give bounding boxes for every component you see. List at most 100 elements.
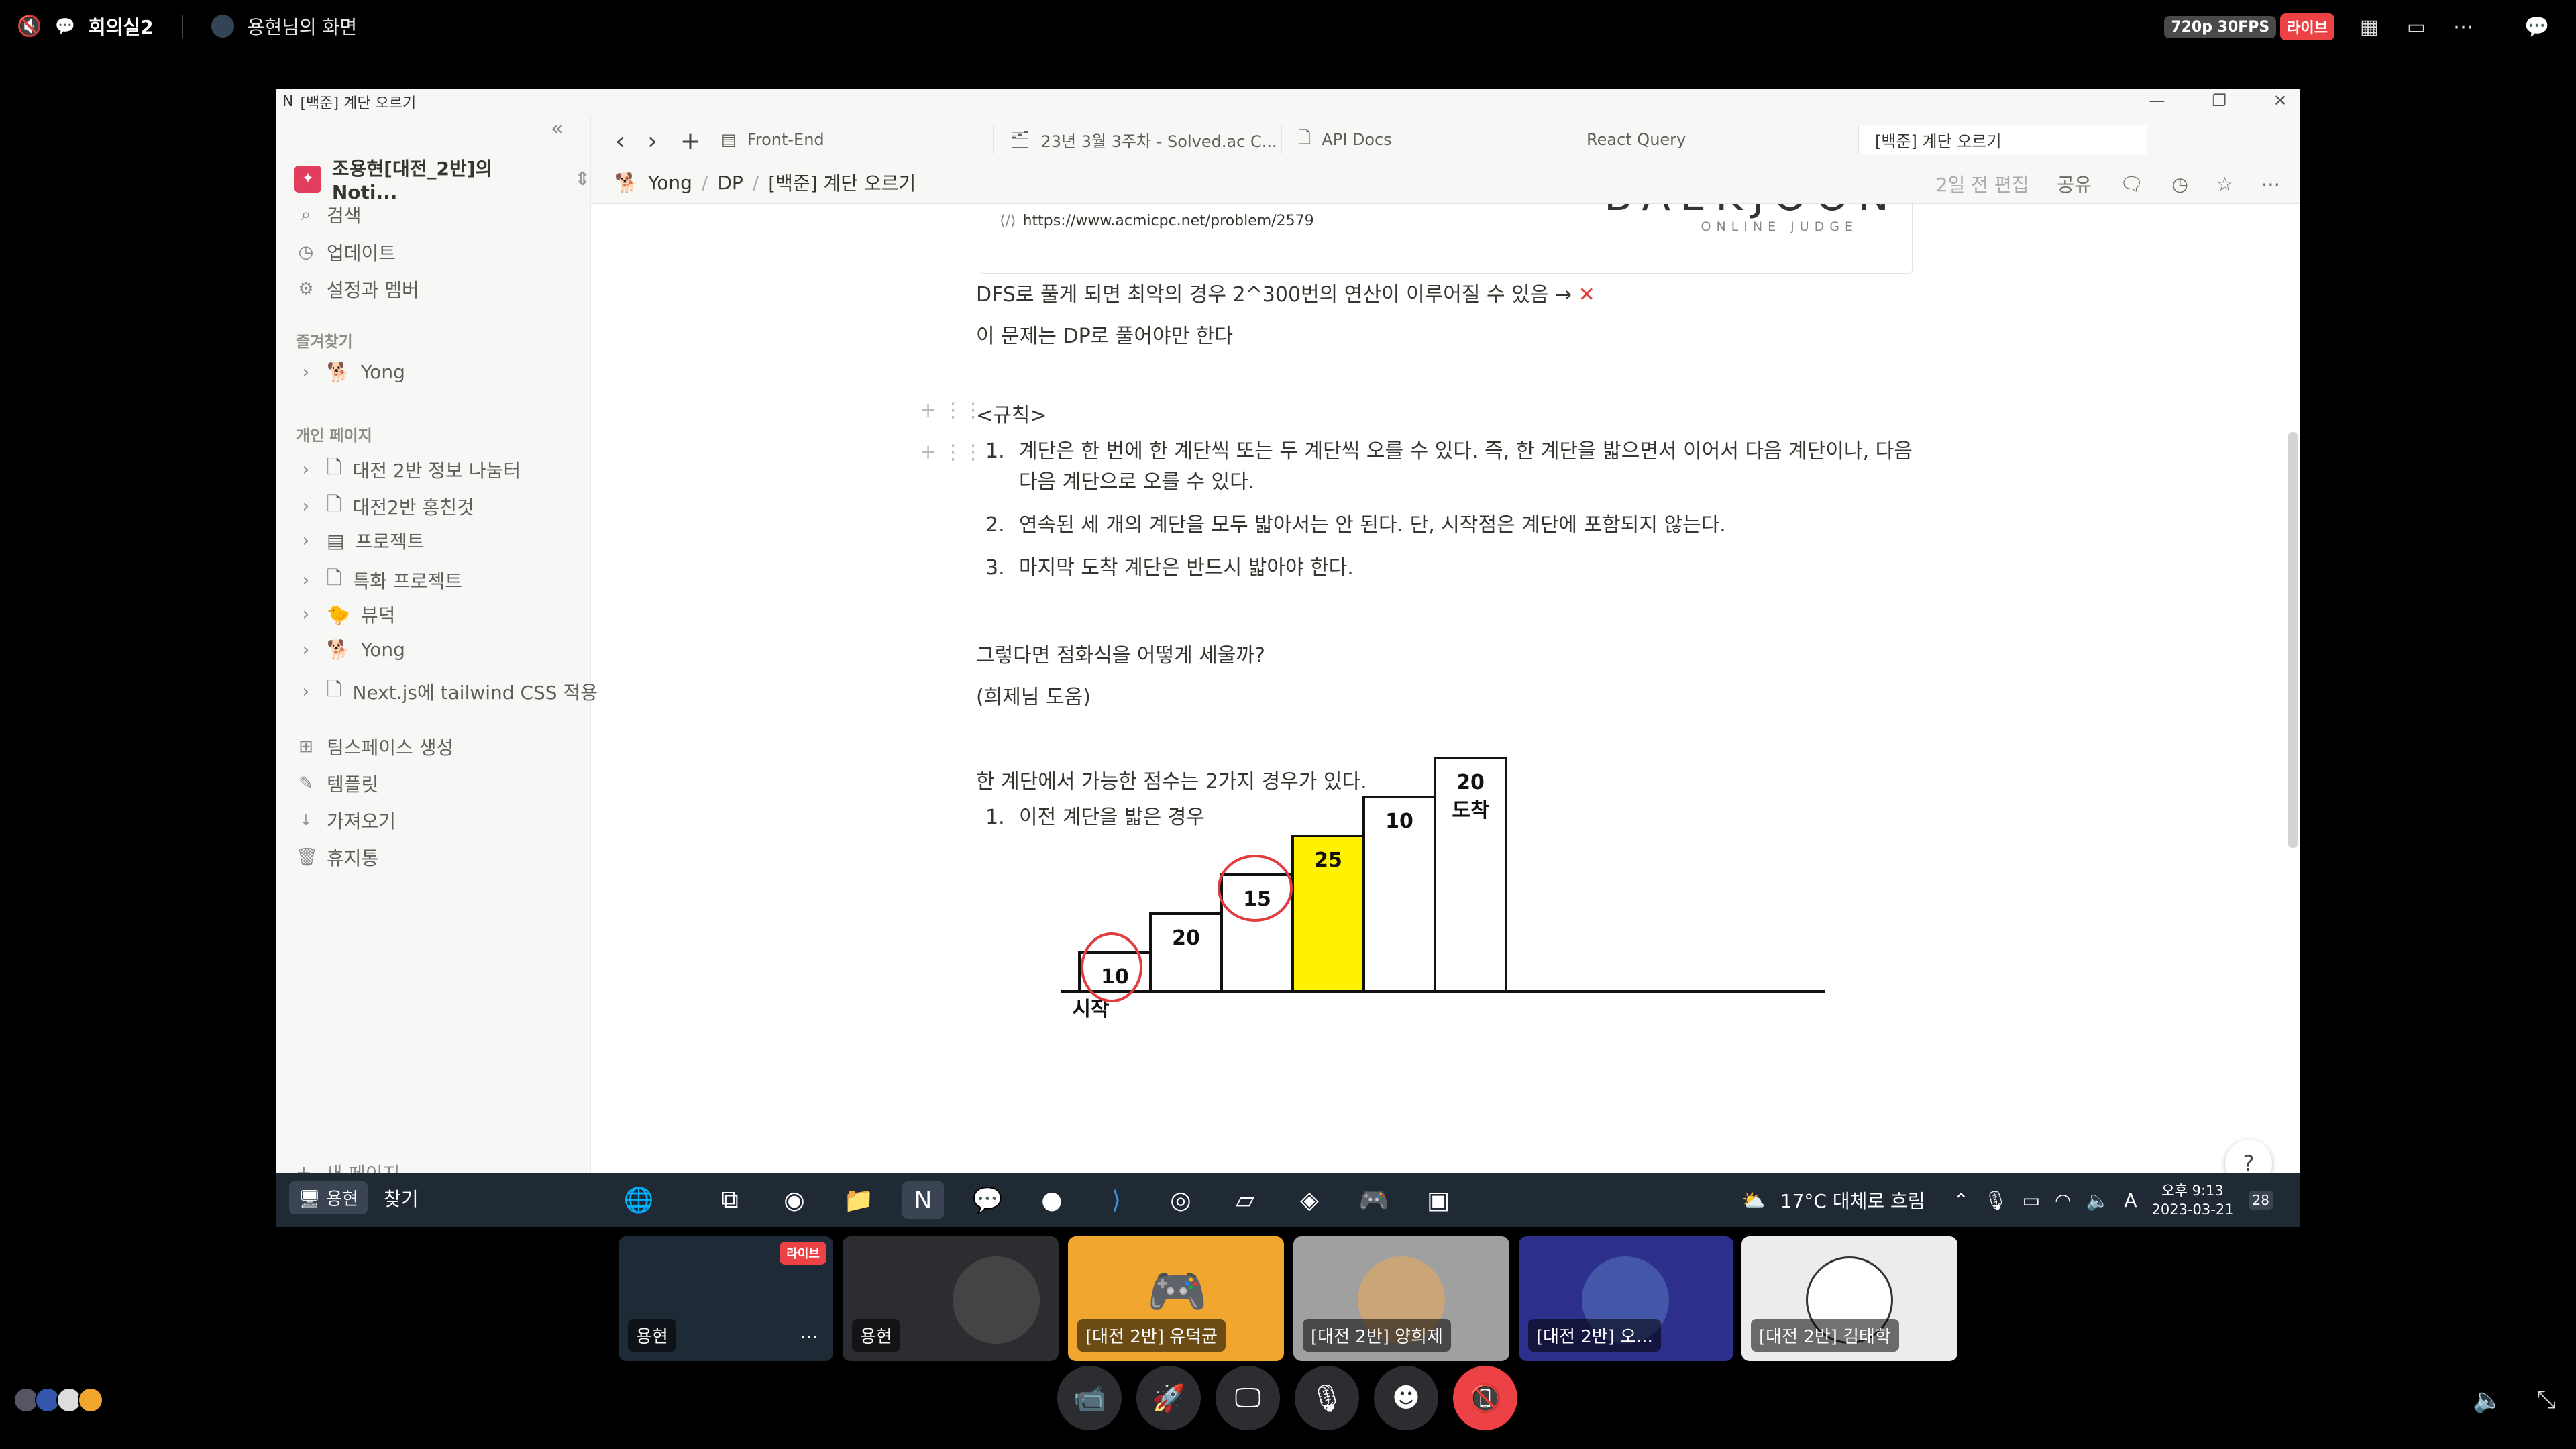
room-name[interactable]: 회의실2 bbox=[89, 13, 154, 40]
sidebar-settings[interactable]: ⚙ 설정과 멤버 bbox=[296, 276, 419, 303]
sidebar-trash[interactable]: 🗑 휴지통 bbox=[296, 844, 378, 871]
figma-icon[interactable]: ◈ bbox=[1289, 1181, 1330, 1219]
sidebar-templates[interactable]: ✎ 템플릿 bbox=[296, 770, 378, 797]
shared-screen: N [백준] 계단 오르기 — ❐ ✕ « ✦ 조용현[대전_2반]의 Noti… bbox=[276, 89, 2300, 1227]
sidebar-item-page[interactable]: › 🐕 Yong bbox=[296, 639, 405, 661]
kakaotalk-icon[interactable]: 💬 bbox=[967, 1181, 1008, 1219]
stair-value: 15 bbox=[1243, 888, 1271, 911]
app-icon[interactable]: ● bbox=[1031, 1181, 1073, 1219]
tab-front-end[interactable]: ▤ Front-End bbox=[705, 125, 994, 154]
close-icon[interactable]: ✕ bbox=[2273, 91, 2287, 110]
participant-tile[interactable]: [대전 2반] 김태학 bbox=[1741, 1236, 1957, 1361]
sidebar-label: 템플릿 bbox=[327, 773, 379, 796]
soundboard-button[interactable]: ☻ bbox=[1374, 1366, 1438, 1430]
sidebar-item-page[interactable]: › ▤ 프로젝트 bbox=[296, 527, 425, 554]
sidebar-item-page[interactable]: › 🗋 Next.js에 tailwind CSS 적용 bbox=[296, 676, 598, 708]
monitor-icon: 🖥 bbox=[299, 1189, 327, 1210]
notion-icon[interactable]: N bbox=[902, 1181, 944, 1219]
participant-tile[interactable]: [대전 2반] 오... bbox=[1519, 1236, 1733, 1361]
tray-expand-icon[interactable]: ⌃ bbox=[1953, 1189, 1969, 1212]
popout-icon[interactable]: ▭ bbox=[2404, 15, 2428, 39]
participant-tile[interactable]: 라이브 용현 ⋯ bbox=[619, 1236, 833, 1361]
star-icon[interactable]: ☆ bbox=[2216, 173, 2233, 195]
more-icon[interactable]: ⋯ bbox=[800, 1326, 818, 1348]
tab-label: React Query bbox=[1587, 130, 1686, 149]
sidebar-item-fav-yong[interactable]: › 🐕 Yong bbox=[296, 361, 405, 383]
taskbar-search[interactable]: 찾기 bbox=[384, 1185, 419, 1212]
minimize-icon[interactable]: — bbox=[2149, 91, 2165, 110]
window-title: [백준] 계단 오르기 bbox=[300, 95, 417, 112]
sidebar-item-page[interactable]: › 🗋 특화 프로젝트 bbox=[296, 564, 462, 596]
activity-button[interactable]: 🚀 bbox=[1136, 1366, 1201, 1430]
screen-owner: 용현님의 화면 bbox=[247, 16, 358, 38]
sidebar-label: 팀스페이스 생성 bbox=[327, 737, 454, 759]
page-icon: 🗋 bbox=[327, 567, 342, 589]
more-icon[interactable]: ⋯ bbox=[2451, 15, 2475, 39]
tab-react-query[interactable]: React Query bbox=[1570, 125, 1859, 154]
battery-icon[interactable]: ▭ bbox=[2023, 1189, 2040, 1212]
sidebar-label: 휴지통 bbox=[327, 847, 379, 869]
volume-icon[interactable]: 🔈 bbox=[2086, 1189, 2109, 1212]
sidebar-item-page[interactable]: › 🗋 대전2반 홍친것 bbox=[296, 490, 474, 523]
avatar[interactable] bbox=[78, 1387, 103, 1413]
tab-current[interactable]: [백준] 계단 오르기 bbox=[1859, 125, 2147, 154]
breadcrumb-item[interactable]: DP bbox=[717, 172, 743, 194]
scrollbar[interactable] bbox=[2288, 432, 2298, 848]
history-icon[interactable]: ◷ bbox=[2171, 173, 2188, 195]
screen-share-user: 🖥 용현 bbox=[289, 1181, 368, 1214]
personal-header: 개인 페이지 bbox=[296, 427, 372, 445]
mic-button[interactable]: 🎙 bbox=[1295, 1366, 1359, 1430]
sidebar-item-page[interactable]: › 🗋 대전 2반 정보 나눔터 bbox=[296, 453, 521, 486]
sidebar-create-teamspace[interactable]: ⊞ 팀스페이스 생성 bbox=[296, 733, 453, 760]
collapse-sidebar-icon[interactable]: « bbox=[551, 115, 564, 141]
screen-share-button[interactable]: 🖵 bbox=[1216, 1366, 1280, 1430]
participant-name: [대전 2반] 오... bbox=[1528, 1319, 1661, 1352]
vscode-icon[interactable]: ⟩ bbox=[1095, 1181, 1137, 1219]
disconnect-button[interactable]: 📵 bbox=[1453, 1366, 1517, 1430]
camera-button[interactable]: 📹 bbox=[1057, 1366, 1122, 1430]
app-icon[interactable]: ▱ bbox=[1224, 1181, 1266, 1219]
wifi-icon[interactable]: ◠ bbox=[2055, 1189, 2071, 1212]
pycharm-icon[interactable]: ▣ bbox=[1417, 1181, 1459, 1219]
clock[interactable]: 오후 9:13 2023-03-21 bbox=[2152, 1181, 2234, 1219]
participant-tile[interactable]: 🎮 [대전 2반] 유덕균 bbox=[1068, 1236, 1284, 1361]
tab-api-docs[interactable]: 🗋 API Docs bbox=[1282, 125, 1570, 154]
speaker-muted-icon[interactable]: 🔇 bbox=[17, 14, 42, 38]
sidebar-label: 프로젝트 bbox=[355, 531, 425, 553]
chat-toggle-icon[interactable]: 💬 bbox=[2524, 15, 2549, 39]
breadcrumb-item[interactable]: Yong bbox=[648, 172, 692, 194]
participant-tile[interactable]: 용현 bbox=[843, 1236, 1059, 1361]
chevron-right-icon: › bbox=[302, 570, 310, 590]
weather-text[interactable]: 17°C 대체로 흐림 bbox=[1780, 1187, 1925, 1214]
chrome-icon[interactable]: ◉ bbox=[773, 1181, 815, 1219]
volume-icon[interactable]: 🔈 bbox=[2473, 1386, 2503, 1414]
sidebar-import[interactable]: ⤓ 가져오기 bbox=[296, 807, 396, 834]
sidebar-label: 설정과 멤버 bbox=[327, 279, 419, 301]
widgets-icon[interactable]: 🌐 bbox=[618, 1181, 659, 1219]
mic-icon[interactable]: 🎙 bbox=[1984, 1189, 2008, 1212]
breadcrumb-item[interactable]: [백준] 계단 오르기 bbox=[768, 169, 916, 196]
participant-tile[interactable]: [대전 2반] 양희제 bbox=[1293, 1236, 1509, 1361]
share-button[interactable]: 공유 bbox=[2057, 170, 2092, 197]
ime-icon[interactable]: A bbox=[2124, 1189, 2137, 1212]
comment-icon[interactable]: 🗨 bbox=[2120, 173, 2144, 195]
explorer-icon[interactable]: 📁 bbox=[838, 1181, 879, 1219]
back-icon[interactable]: ‹ bbox=[615, 127, 625, 155]
sidebar-updates[interactable]: ◷ 업데이트 bbox=[296, 239, 396, 266]
forward-icon[interactable]: › bbox=[647, 127, 657, 155]
discord-icon[interactable]: 🎮 bbox=[1353, 1181, 1395, 1219]
grid-icon[interactable]: ▦ bbox=[2357, 15, 2381, 39]
github-icon[interactable]: ◎ bbox=[1160, 1181, 1201, 1219]
trash-icon: 🗑 bbox=[296, 847, 319, 867]
dog-icon: 🐕 bbox=[615, 171, 639, 194]
exit-fullscreen-icon[interactable]: ⤡ bbox=[2536, 1386, 2556, 1414]
more-icon[interactable]: ⋯ bbox=[2261, 173, 2280, 195]
sidebar-item-page[interactable]: › 🐤 뷰덕 bbox=[296, 601, 396, 628]
notification-badge[interactable]: 28 bbox=[2248, 1191, 2273, 1210]
sidebar-search[interactable]: ⌕ 검색 bbox=[296, 201, 362, 228]
taskview-icon[interactable]: ⧉ bbox=[709, 1181, 751, 1219]
workspace-switcher[interactable]: ✦ 조용현[대전_2반]의 Noti... ⇕ bbox=[294, 154, 590, 203]
tab-solved-ac[interactable]: 🗂 23년 3월 3주차 - Solved.ac C... bbox=[994, 125, 1282, 154]
new-tab-icon[interactable]: + bbox=[680, 127, 700, 155]
maximize-icon[interactable]: ❐ bbox=[2212, 91, 2226, 110]
